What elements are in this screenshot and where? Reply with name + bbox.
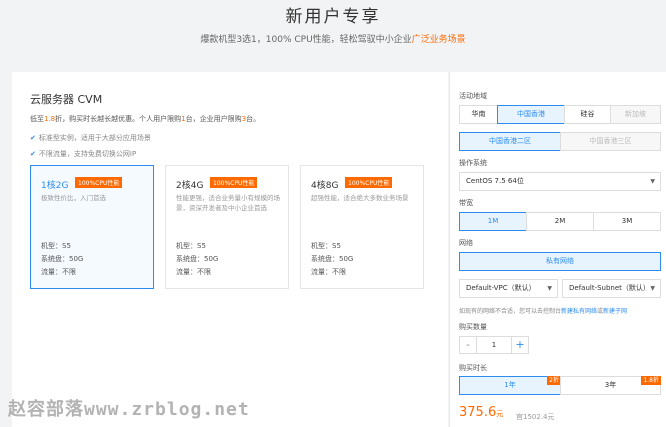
card-traffic: 流量：不限 (311, 268, 346, 276)
quantity-input[interactable]: 1 (477, 336, 511, 354)
check-icon: ✔ (30, 150, 36, 158)
original-price: 官1502.4元 (516, 413, 555, 421)
instance-card-1c2g[interactable]: 1核2G 100%CPU性能 极致性价比，入门首选 机型：S5 系统盘：50G … (30, 165, 154, 289)
watermark: 赵容部落www.zrblog.net (8, 399, 250, 420)
subnet-select[interactable]: Default-Subnet（默认） ▼ (562, 279, 661, 298)
card-disk: 系统盘：50G (41, 255, 84, 263)
duration-label-text: 1年 (504, 381, 516, 389)
bandwidth-option-1m[interactable]: 1M (459, 212, 527, 231)
promo-middle2: 台，企业用户限购 (185, 115, 242, 123)
feature-label: 不限流量，支持免费切换公网IP (38, 150, 137, 158)
product-panel: 云服务器 CVM 低至1.8折，购买时长越长越优惠。个人用户限购1台，企业用户限… (12, 72, 448, 427)
chevron-down-icon: ▼ (547, 285, 552, 292)
cpu-badge: 100%CPU性能 (345, 177, 393, 188)
card-disk: 系统盘：50G (176, 255, 219, 263)
card-model: 机型：S5 (311, 242, 341, 250)
card-spec: 1核2G (41, 181, 69, 191)
bandwidth-label: 带宽 (459, 199, 473, 207)
cpu-badge: 100%CPU性能 (210, 177, 258, 188)
product-title: 云服务器 CVM (30, 93, 103, 106)
promo-middle: 折，购买时长越长越优惠。个人用户限购 (55, 115, 182, 123)
discount-badge: 1.8折 (641, 376, 661, 385)
create-subnet-link[interactable]: 新建子网 (603, 308, 627, 315)
network-note: 如现有的网络不合适，您可以去控制台新建私有网络或新建子网 (459, 306, 627, 315)
discount-badge: 2折 (547, 376, 561, 385)
subnet-value: Default-Subnet（默认） (569, 284, 650, 292)
price-unit: 元 (496, 410, 504, 418)
promo-suffix: 台。 (246, 115, 261, 123)
instance-card-2c4g[interactable]: 2核4G 100%CPU性能 性能更强，适合业务量小有规模的场景，资深开发者及中… (165, 165, 289, 289)
region-option-singapore[interactable]: 新加坡 (610, 105, 661, 124)
chevron-down-icon: ▼ (650, 178, 655, 185)
os-label: 操作系统 (459, 159, 487, 167)
duration-option-3y[interactable]: 3年 1.8折 (560, 376, 661, 395)
promo-discount: 1.8 (44, 115, 56, 123)
feature-label: 标准型实例，适用于大部分应用场景 (38, 134, 151, 142)
region-option-huanan[interactable]: 华南 (459, 105, 498, 124)
region-option-hongkong[interactable]: 中国香港 (497, 105, 565, 124)
page-header: 新用户专享 爆款机型3选1，100% CPU性能，轻松驾驭中小企业广泛业务场景 (0, 0, 666, 70)
instance-card-4c8g[interactable]: 4核8G 100%CPU性能 超强性能，适合绝大多数业务场景 机型：S5 系统盘… (300, 165, 424, 289)
duration-option-1y[interactable]: 1年 2折 (459, 376, 561, 395)
card-description: 性能更强，适合业务量小有规模的场景，资深开发者及中小企业首选 (176, 194, 280, 212)
cpu-badge: 100%CPU性能 (75, 177, 123, 188)
note-text: 如现有的网络不合适，您可以去控制台 (459, 308, 562, 315)
os-select[interactable]: CentOS 7.5 64位 ▼ (459, 172, 661, 191)
quantity-increase-button[interactable]: + (511, 336, 529, 354)
chevron-down-icon: ▼ (650, 285, 655, 292)
config-panel: 活动地域 华南 中国香港 硅谷 新加坡 中国香港二区 中国香港三区 操作系统 C… (449, 72, 666, 427)
subtitle-highlight: 广泛业务场景 (411, 35, 466, 45)
promo-text: 低至1.8折，购买时长越长越优惠。个人用户限购1台，企业用户限购3台。 (30, 114, 260, 124)
check-icon: ✔ (30, 134, 36, 142)
card-description: 极致性价比，入门首选 (41, 194, 106, 202)
region-label: 活动地域 (459, 92, 487, 100)
page-subtitle: 爆款机型3选1，100% CPU性能，轻松驾驭中小企业广泛业务场景 (0, 32, 666, 45)
vpc-value: Default-VPC（默认） (466, 284, 536, 292)
zone-option-hk2[interactable]: 中国香港二区 (459, 132, 561, 151)
card-spec: 2核4G (176, 181, 204, 191)
card-model: 机型：S5 (176, 242, 206, 250)
os-value: CentOS 7.5 64位 (466, 177, 524, 185)
network-type-private[interactable]: 私有网络 (459, 252, 661, 271)
card-traffic: 流量：不限 (41, 268, 76, 276)
bandwidth-option-2m[interactable]: 2M (526, 212, 594, 231)
subtitle-text: 爆款机型3选1，100% CPU性能，轻松驾驭中小企业 (200, 35, 412, 45)
quantity-label: 购买数量 (459, 323, 487, 331)
card-description: 超强性能，适合绝大多数业务场景 (311, 194, 409, 202)
zone-option-hk3[interactable]: 中国香港三区 (560, 132, 661, 151)
card-disk: 系统盘：50G (311, 255, 354, 263)
card-model: 机型：S5 (41, 242, 71, 250)
price: 375.6元 (459, 405, 503, 420)
create-vpc-link[interactable]: 新建私有网络 (561, 308, 597, 315)
promo-prefix: 低至 (30, 115, 44, 123)
feature-item: ✔ 标准型实例，适用于大部分应用场景 (30, 133, 151, 143)
duration-label: 购买时长 (459, 364, 487, 372)
region-option-siliconvalley[interactable]: 硅谷 (564, 105, 611, 124)
vpc-select[interactable]: Default-VPC（默认） ▼ (459, 279, 558, 298)
price-value: 375.6 (459, 405, 497, 420)
network-label: 网络 (459, 239, 473, 247)
feature-item: ✔ 不限流量，支持免费切换公网IP (30, 149, 136, 159)
quantity-decrease-button[interactable]: - (459, 336, 477, 354)
page-title: 新用户专享 (285, 7, 381, 27)
card-spec: 4核8G (311, 181, 339, 191)
card-traffic: 流量：不限 (176, 268, 211, 276)
bandwidth-option-3m[interactable]: 3M (593, 212, 661, 231)
duration-label-text: 3年 (604, 381, 617, 389)
